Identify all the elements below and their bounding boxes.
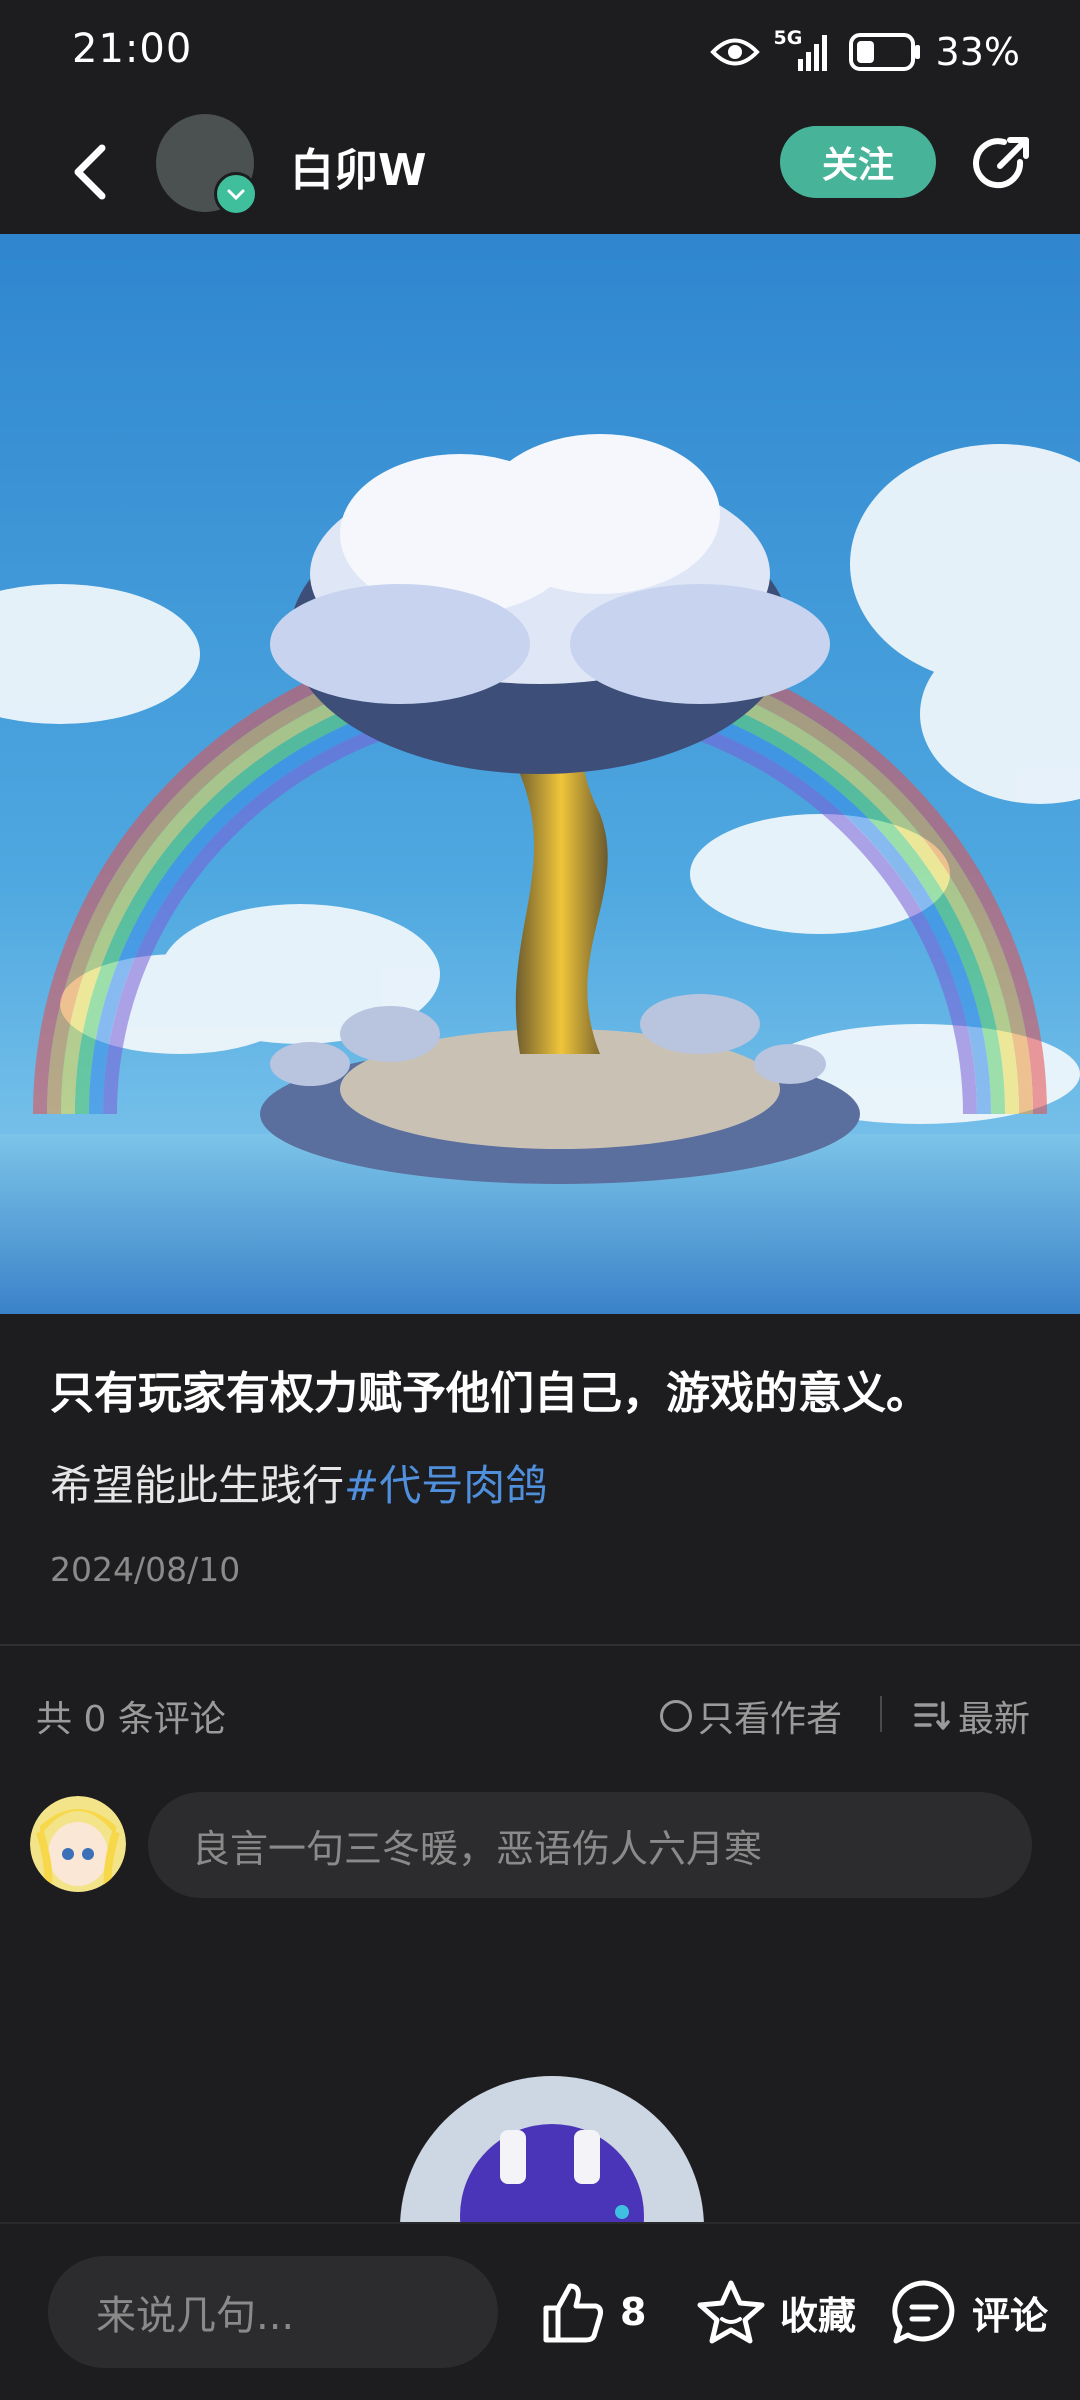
- battery-percent: 33%: [935, 30, 1020, 74]
- back-button[interactable]: [46, 128, 134, 216]
- status-bar: 21:00 5G 33%: [0, 0, 1080, 110]
- sort-label: 最新: [958, 1699, 1031, 1740]
- post-description: 希望能此生践行#代号肉鸽: [50, 1456, 547, 1516]
- comment-bubble-icon: [892, 2280, 955, 2344]
- user-avatar[interactable]: [30, 1796, 126, 1892]
- bottom-action-bar: 来说几句... 8 收藏 评论: [0, 2224, 1080, 2400]
- post-header: 白卯W 关注: [0, 110, 1080, 234]
- like-count: 8: [620, 2290, 647, 2334]
- comment-label: 评论: [972, 2293, 1049, 2338]
- favorite-button[interactable]: 收藏: [696, 2274, 856, 2350]
- comment-count: 共 0 条评论: [36, 1699, 226, 1740]
- comments-header: 共 0 条评论 只看作者 最新: [0, 1684, 1080, 1744]
- sort-button[interactable]: 最新: [914, 1690, 1030, 1742]
- eye-icon: [709, 38, 760, 66]
- battery-icon: [848, 33, 920, 71]
- author-name[interactable]: 白卯W: [290, 134, 427, 198]
- post-image[interactable]: [0, 234, 1080, 1314]
- post-description-text: 希望能此生践行: [50, 1461, 345, 1510]
- chevron-left-icon: [74, 144, 106, 200]
- post-title: 只有玩家有权力赋予他们自己，游戏的意义。: [50, 1368, 930, 1419]
- section-divider: [0, 1644, 1080, 1646]
- thumbs-up-icon: [543, 2283, 603, 2343]
- share-icon: [973, 137, 1029, 189]
- quick-comment-input[interactable]: 来说几句...: [48, 2256, 498, 2368]
- like-button[interactable]: 8: [540, 2274, 646, 2350]
- author-only-toggle[interactable]: 只看作者: [660, 1690, 842, 1742]
- star-icon: [697, 2280, 765, 2344]
- follow-button[interactable]: 关注: [780, 126, 936, 198]
- favorite-label: 收藏: [780, 2293, 857, 2338]
- post-date: 2024/08/10: [50, 1550, 241, 1589]
- radio-circle-icon: [660, 1700, 692, 1732]
- sort-icon: [914, 1701, 950, 1730]
- separator: [880, 1696, 882, 1732]
- signal-icon: 5G: [774, 27, 834, 73]
- share-button[interactable]: [966, 128, 1038, 200]
- hashtag-link[interactable]: #代号肉鸽: [344, 1461, 547, 1510]
- comment-input[interactable]: 良言一句三冬暖，恶语伤人六月寒: [148, 1792, 1032, 1898]
- status-time: 21:00: [72, 26, 193, 72]
- comment-button[interactable]: 评论: [890, 2274, 1048, 2350]
- verified-badge-icon: [214, 172, 258, 216]
- author-only-label: 只看作者: [698, 1699, 843, 1740]
- status-icons: 5G 33%: [709, 27, 1020, 74]
- mascot-image: [400, 2076, 704, 2226]
